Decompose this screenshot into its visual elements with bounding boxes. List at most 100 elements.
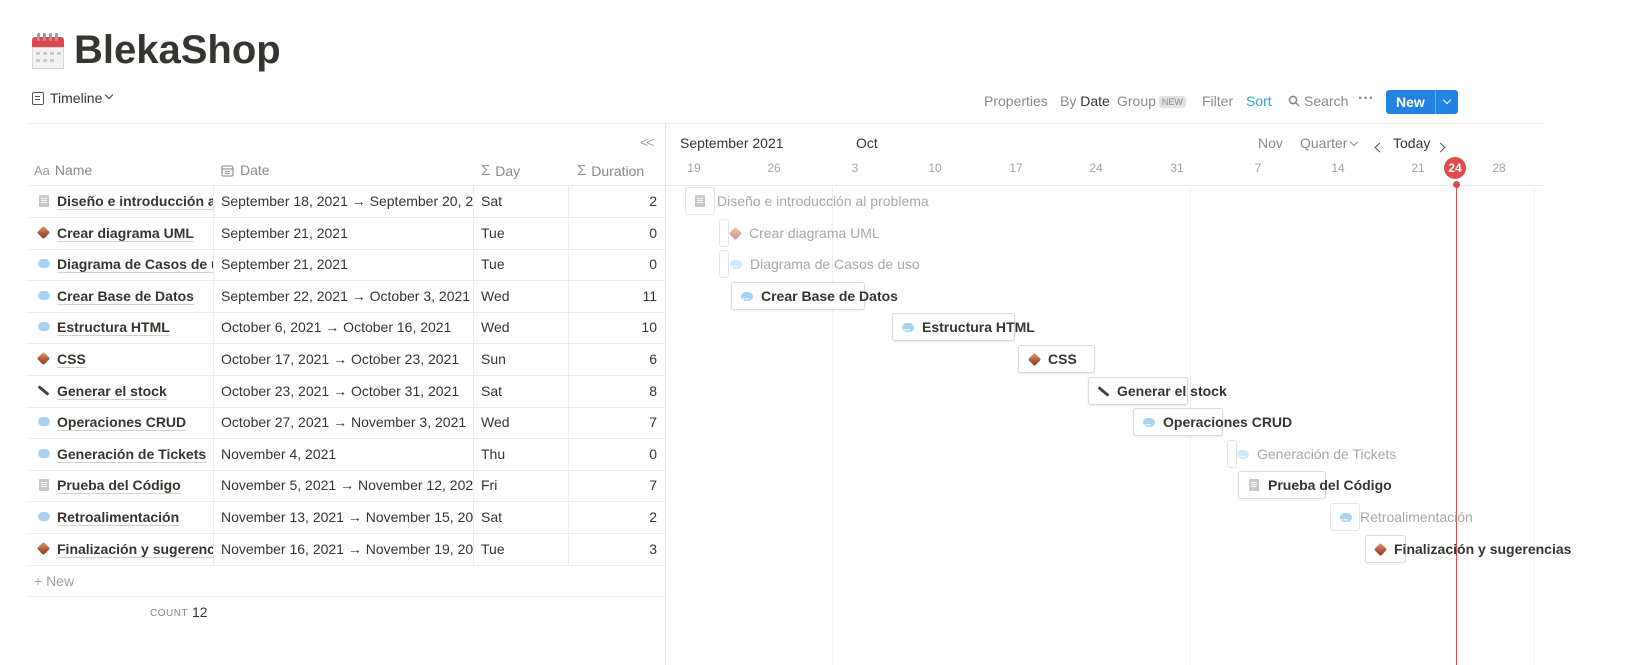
- filter-button[interactable]: Filter: [1202, 93, 1233, 109]
- column-header-day-label: Day: [495, 162, 521, 179]
- pane-divider: [665, 124, 666, 665]
- next-period-button[interactable]: [1435, 138, 1446, 156]
- row-date[interactable]: October 23, 2021 → October 31, 2021: [221, 381, 473, 401]
- row-icon-wrap: [37, 443, 51, 461]
- column-header-name[interactable]: Aa Name: [34, 162, 92, 178]
- row-name[interactable]: Estructura HTML: [57, 317, 213, 337]
- timeline-bar-icon: [693, 194, 707, 208]
- group-label: Group: [1117, 93, 1156, 109]
- timeline-bar-label[interactable]: Crear diagrama UML: [728, 219, 880, 247]
- timeline-bar-label[interactable]: Finalización y sugerencias: [1373, 535, 1571, 563]
- row-duration: 3: [649, 541, 657, 557]
- search-icon: [1288, 95, 1300, 107]
- speech-bubble-icon: [1143, 412, 1155, 440]
- package-icon: [1373, 542, 1388, 556]
- row-name[interactable]: Finalización y sugerencias: [57, 539, 213, 559]
- row-name[interactable]: Prueba del Código: [57, 475, 213, 495]
- add-new-row-button[interactable]: + New: [34, 573, 74, 589]
- page-icon: [39, 195, 49, 207]
- more-options-icon[interactable]: ···: [1358, 90, 1374, 108]
- row-icon-wrap: [37, 478, 51, 492]
- table-row[interactable]: Estructura HTML October 6, 2021 → October…: [26, 312, 665, 344]
- table-row[interactable]: Operaciones CRUD October 27, 2021 → Novem…: [26, 407, 665, 439]
- table-row[interactable]: Diagrama de Casos de uso September 21, 20…: [26, 249, 665, 281]
- timeline-bar-label[interactable]: Retroalimentación: [1339, 503, 1473, 535]
- new-dropdown-button[interactable]: [1434, 90, 1458, 114]
- row-name[interactable]: Crear Base de Datos: [57, 286, 213, 306]
- row-date[interactable]: September 22, 2021 → October 3, 2021: [221, 286, 473, 306]
- row-date[interactable]: October 17, 2021 → October 23, 2021: [221, 349, 473, 369]
- row-day: Tue: [481, 541, 505, 557]
- speech-bubble-icon: [1237, 444, 1249, 472]
- table-row[interactable]: Prueba del Código November 5, 2021 → Nove…: [26, 470, 665, 502]
- scale-label: Quarter: [1300, 135, 1348, 151]
- timeline-bar[interactable]: [719, 219, 729, 247]
- page-title[interactable]: BlekaShop: [74, 28, 281, 73]
- count-label: COUNT: [150, 608, 189, 619]
- row-date[interactable]: November 5, 2021 → November 12, 2021: [221, 475, 473, 495]
- package-icon: [36, 225, 51, 240]
- column-header-duration[interactable]: Σ Duration: [577, 162, 644, 179]
- properties-button[interactable]: Properties: [984, 93, 1048, 109]
- table-row[interactable]: Generación de Tickets November 4, 2021 Thu…: [26, 439, 665, 471]
- table-row[interactable]: Finalización y sugerencias November 16, 2…: [26, 534, 665, 566]
- table-row[interactable]: Diseño e introducción al problema Septemb…: [26, 186, 665, 218]
- row-name[interactable]: Retroalimentación: [57, 507, 213, 527]
- table-row[interactable]: Retroalimentación November 13, 2021 → Nov…: [26, 502, 665, 534]
- row-name[interactable]: Diagrama de Casos de uso: [57, 254, 213, 274]
- row-date[interactable]: November 13, 2021 → November 15, 2021: [221, 507, 473, 527]
- table-row[interactable]: CSS October 17, 2021 → October 23, 2021 Su…: [26, 344, 665, 376]
- new-button-label[interactable]: New: [1386, 94, 1435, 110]
- row-date[interactable]: November 4, 2021: [221, 444, 473, 464]
- speech-bubble-icon: [38, 253, 50, 268]
- timeline-bar[interactable]: [685, 187, 715, 215]
- previous-period-button[interactable]: [1374, 138, 1385, 156]
- row-date[interactable]: October 27, 2021 → November 3, 2021: [221, 412, 473, 432]
- timeline-bar-icon: [728, 226, 743, 240]
- column-header-day[interactable]: Σ Day: [481, 162, 520, 179]
- table-row[interactable]: Crear diagrama UML September 21, 2021 Tue 0: [26, 218, 665, 250]
- timeline-bar[interactable]: [719, 250, 729, 278]
- timeline-bar-label[interactable]: Generar el stock: [1097, 377, 1227, 405]
- group-button[interactable]: Group NEW: [1117, 93, 1186, 109]
- sort-button[interactable]: Sort: [1246, 93, 1272, 109]
- timeline-bar-label[interactable]: Diseño e introducción al problema: [717, 187, 929, 215]
- chevron-left-icon: [1374, 142, 1385, 153]
- table-row[interactable]: Crear Base de Datos September 22, 2021 → …: [26, 281, 665, 313]
- row-name[interactable]: Operaciones CRUD: [57, 412, 213, 432]
- by-date-button[interactable]: By Date: [1060, 93, 1110, 109]
- row-date[interactable]: October 6, 2021 → October 16, 2021: [221, 317, 473, 337]
- row-name[interactable]: Diseño e introducción al problema: [57, 191, 213, 211]
- collapse-table-button[interactable]: <<: [640, 134, 654, 150]
- row-name[interactable]: CSS: [57, 349, 213, 369]
- row-divider: [26, 565, 665, 566]
- row-icon-wrap: [37, 506, 51, 524]
- row-icon-wrap: [36, 225, 51, 240]
- view-selector[interactable]: Timeline: [32, 90, 114, 106]
- timeline-bar-label[interactable]: CSS: [1027, 345, 1077, 373]
- calendar-icon[interactable]: [32, 32, 64, 69]
- timeline-bar-label[interactable]: Estructura HTML: [901, 313, 1035, 345]
- timeline-bar-label[interactable]: Crear Base de Datos: [740, 282, 898, 314]
- row-duration: 0: [649, 225, 657, 241]
- row-icon-wrap: [36, 541, 51, 556]
- scale-selector[interactable]: Quarter: [1300, 135, 1359, 151]
- row-name[interactable]: Generación de Tickets: [57, 444, 213, 464]
- row-date[interactable]: September 21, 2021: [221, 223, 473, 243]
- column-header-date[interactable]: Date: [221, 162, 270, 178]
- row-date[interactable]: September 21, 2021: [221, 254, 473, 274]
- timeline-bar-label[interactable]: Prueba del Código: [1247, 471, 1392, 499]
- today-button[interactable]: Today: [1393, 135, 1430, 151]
- column-header-duration-label: Duration: [591, 162, 645, 179]
- row-date[interactable]: September 18, 2021 → September 20, 2021: [221, 191, 473, 211]
- timeline-bar-label[interactable]: Generación de Tickets: [1236, 440, 1396, 472]
- row-date[interactable]: November 16, 2021 → November 19, 2021: [221, 539, 473, 559]
- new-badge: NEW: [1158, 96, 1186, 109]
- today-marker: 24: [1444, 157, 1466, 179]
- row-name[interactable]: Crear diagrama UML: [57, 223, 213, 243]
- timeline-bar-label[interactable]: Operaciones CRUD: [1142, 408, 1292, 440]
- table-row[interactable]: Generar el stock October 23, 2021 → Octob…: [26, 376, 665, 408]
- search-button[interactable]: Search: [1288, 93, 1348, 109]
- timeline-bar-label[interactable]: Diagrama de Casos de uso: [729, 250, 920, 282]
- row-name[interactable]: Generar el stock: [57, 381, 213, 401]
